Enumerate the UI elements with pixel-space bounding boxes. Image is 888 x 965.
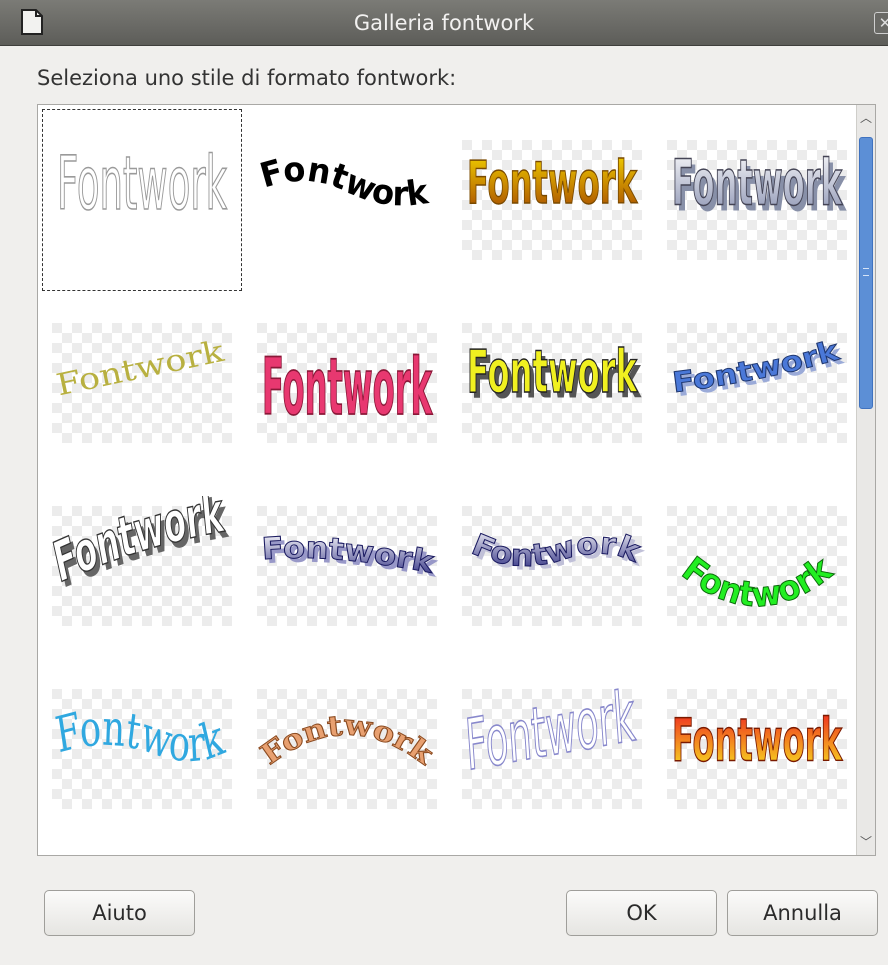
vertical-scrollbar[interactable]: ︿ ﹀ (856, 105, 875, 855)
gallery-item-10[interactable]: Fontwork Fontwork (247, 475, 447, 657)
gallery-item-7[interactable]: Fontwork Fontwork (452, 292, 652, 474)
fontwork-preview: Fontwork (667, 506, 847, 626)
scroll-thumb[interactable] (859, 137, 873, 409)
help-button[interactable]: Aiuto (44, 890, 195, 936)
gallery-item-2[interactable]: Fontwork (247, 109, 447, 291)
gallery-item-8[interactable]: Fontwork Fontwork (657, 292, 857, 474)
close-button[interactable]: ✕ (874, 12, 888, 34)
fontwork-preview: Fontwork (462, 679, 642, 809)
fontwork-text: Fontwork (256, 150, 432, 215)
gallery-item-12[interactable]: Fontwork (657, 475, 857, 657)
fontwork-text: Fontwork (262, 342, 433, 433)
fontwork-text: Fontwork (57, 142, 227, 227)
fontwork-preview: FontworkFontwork (48, 496, 232, 626)
fontwork-preview: FontworkFontwork (462, 323, 642, 443)
fontwork-preview: Fontwork (56, 141, 227, 227)
gallery-item-3[interactable]: Fontwork (452, 109, 652, 291)
cancel-button[interactable]: Annulla (727, 890, 878, 936)
gallery-item-15[interactable]: Fontwork (452, 658, 652, 840)
fontwork-preview: FontworkFontwork (667, 323, 848, 443)
fontwork-text: Fontwork (672, 708, 843, 776)
fontwork-text: Fontwork (672, 146, 843, 220)
window-title: Galleria fontwork (353, 11, 535, 35)
gallery-item-11[interactable]: Fontwork Fontwork (452, 475, 652, 657)
fontwork-preview: Fontwork (256, 150, 432, 215)
scroll-up-icon[interactable]: ︿ (857, 105, 875, 131)
fontwork-preview: FontworkFontwork (462, 506, 650, 626)
fontwork-preview: Fontwork (257, 323, 437, 443)
gallery-item-9[interactable]: Fontwork Fontwork (42, 475, 242, 657)
ok-button[interactable]: OK (566, 890, 717, 936)
fontwork-gallery[interactable]: Fontwork Fontwork Fontwork Fontwork Fontwork… (37, 104, 876, 856)
fontwork-preview: Fontwork (667, 689, 847, 809)
fontwork-text: Fontwork (467, 339, 638, 407)
fontwork-preview: FontworkFontwork (667, 140, 847, 260)
gallery-item-14[interactable]: Fontwork (247, 658, 447, 840)
gallery-prompt: Seleziona uno stile di formato fontwork: (37, 66, 457, 90)
gallery-item-1[interactable]: Fontwork (42, 109, 242, 291)
fontwork-preview: Fontwork (52, 689, 232, 809)
gallery-item-13[interactable]: Fontwork (42, 658, 242, 840)
fontwork-preview: Fontwork (254, 689, 441, 809)
scroll-down-icon[interactable]: ﹀ (857, 829, 875, 855)
gallery-item-16[interactable]: Fontwork (657, 658, 857, 840)
fontwork-text: Fontwork (467, 150, 638, 218)
fontwork-preview: Fontwork (462, 140, 642, 260)
gallery-item-4[interactable]: Fontwork Fontwork (657, 109, 857, 291)
gallery-grid: Fontwork Fontwork Fontwork Fontwork Fontwork… (42, 109, 862, 853)
close-icon: ✕ (878, 14, 888, 32)
title-bar: Galleria fontwork ✕ (0, 0, 888, 46)
gallery-item-6[interactable]: Fontwork (247, 292, 447, 474)
fontwork-preview: FontworkFontwork (257, 506, 441, 626)
fontwork-preview: Fontwork (52, 323, 232, 443)
gallery-item-5[interactable]: Fontwork (42, 292, 242, 474)
grip-icon (863, 268, 869, 276)
